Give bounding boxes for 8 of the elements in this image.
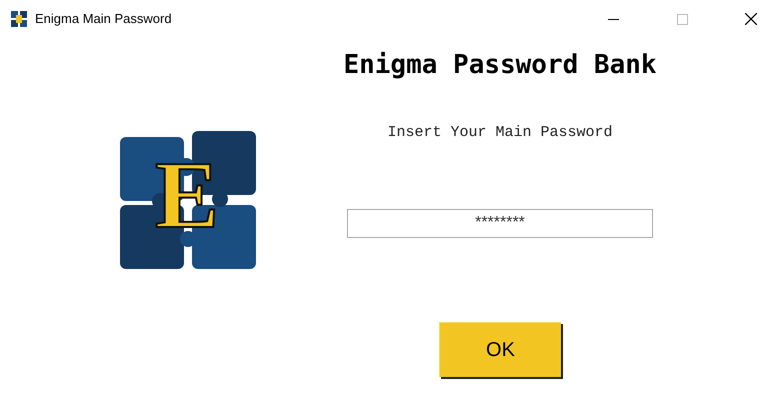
close-icon[interactable] (745, 13, 757, 25)
password-field[interactable]: ******** (347, 208, 653, 238)
prompt-text: Insert Your Main Password (387, 123, 613, 143)
minimize-icon[interactable] (608, 18, 618, 20)
app-icon (11, 11, 27, 27)
ok-button[interactable]: OK (439, 322, 561, 376)
window-title: Enigma Main Password (35, 10, 172, 28)
app-heading: Enigma Password Bank (343, 49, 657, 82)
